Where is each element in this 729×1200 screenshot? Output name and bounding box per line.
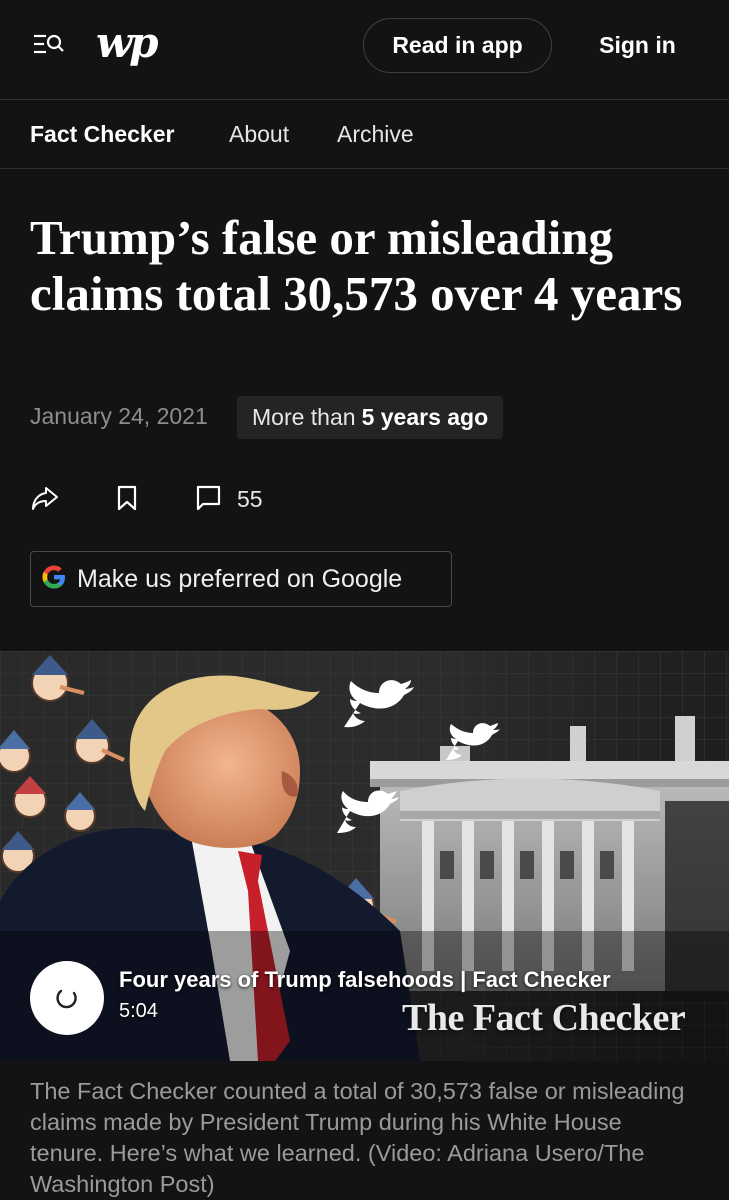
video-watermark: The Fact Checker — [402, 997, 686, 1039]
nav-item-archive[interactable]: Archive — [337, 121, 414, 148]
play-button[interactable] — [30, 961, 104, 1035]
google-g-icon — [39, 562, 69, 597]
bookmark-icon[interactable] — [116, 483, 138, 518]
google-preferred-button[interactable]: Make us preferred on Google — [30, 551, 452, 607]
video-player[interactable]: Four years of Trump falsehoods | Fact Ch… — [0, 651, 729, 1061]
read-in-app-button[interactable]: Read in app — [363, 18, 552, 73]
loading-spinner-icon — [56, 989, 77, 1009]
section-nav: Fact Checker About Archive — [0, 101, 729, 169]
comment-count[interactable]: 55 — [237, 486, 263, 513]
top-bar: wp Read in app Sign in — [0, 0, 729, 100]
google-preferred-label: Make us preferred on Google — [77, 564, 403, 593]
video-title[interactable]: Four years of Trump falsehoods | Fact Ch… — [119, 967, 611, 993]
sign-in-button[interactable]: Sign in — [580, 18, 695, 73]
publish-date: January 24, 2021 — [30, 403, 208, 429]
age-prefix: More than — [252, 404, 356, 430]
nav-item-about[interactable]: About — [229, 121, 289, 148]
share-icon[interactable] — [30, 483, 60, 518]
nav-item-fact-checker[interactable]: Fact Checker — [30, 121, 174, 148]
comment-icon[interactable] — [196, 483, 222, 518]
video-caption: The Fact Checker counted a total of 30,5… — [30, 1078, 685, 1197]
age-value: 5 years ago — [361, 404, 489, 430]
article-age-badge: More than 5 years ago — [237, 396, 504, 439]
menu-search-icon[interactable] — [32, 30, 66, 60]
washington-post-logo[interactable]: wp — [96, 18, 159, 67]
article-headline: Trump’s false or misleading claims total… — [30, 210, 683, 321]
video-duration: 5:04 — [119, 1000, 158, 1022]
